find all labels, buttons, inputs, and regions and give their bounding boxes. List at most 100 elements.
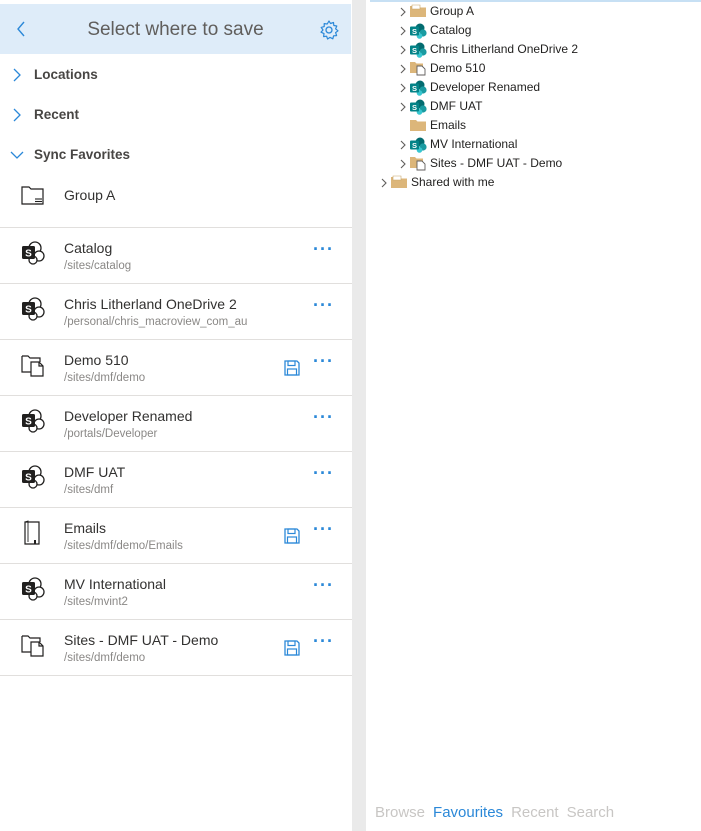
more-options-button[interactable]: ··· — [313, 520, 337, 542]
section-label: Recent — [34, 107, 80, 122]
sharepoint-icon: S — [409, 136, 427, 153]
sharepoint-icon: S — [20, 464, 46, 490]
chevron-right-icon[interactable] — [399, 139, 407, 150]
chevron-right-icon[interactable] — [399, 44, 407, 55]
sharepoint-icon: S — [409, 41, 427, 58]
save-icon — [283, 640, 301, 661]
favorite-path: /sites/mvint2 — [64, 596, 128, 608]
favorite-name: Chris Litherland OneDrive 2 — [64, 296, 237, 312]
svg-text:S: S — [25, 585, 32, 596]
svg-text:S: S — [412, 84, 417, 93]
favorite-path: /sites/catalog — [64, 260, 132, 272]
favorite-path: /personal/chris_macroview_com_au — [64, 316, 248, 328]
folder-tree-panel: Group A S Catalog S Chris Litherland One… — [366, 0, 701, 831]
svg-text:S: S — [412, 141, 417, 150]
chevron-right-icon[interactable] — [399, 63, 407, 74]
sharepoint-icon: S — [20, 576, 46, 602]
tree-node-label: MV International — [430, 137, 518, 151]
svg-text:S: S — [25, 249, 32, 260]
group-icon — [20, 182, 46, 208]
chevron-right-icon[interactable] — [380, 177, 388, 188]
favorite-name: MV International — [64, 576, 166, 592]
tab-search[interactable]: Search — [567, 804, 615, 821]
save-here-button[interactable] — [283, 359, 301, 377]
sharepoint-icon: S — [409, 22, 427, 39]
section-locations[interactable]: Locations — [0, 60, 352, 90]
chevron-right-icon[interactable] — [399, 25, 407, 36]
more-options-button[interactable]: ··· — [313, 464, 337, 486]
tree-node-label: DMF UAT — [430, 99, 483, 113]
library-folder-icon — [409, 155, 427, 171]
more-options-button[interactable]: ··· — [313, 632, 337, 654]
save-here-button[interactable] — [283, 527, 301, 545]
svg-text:S: S — [25, 305, 32, 316]
library-icon — [20, 352, 46, 378]
tree-node-label: Developer Renamed — [430, 80, 541, 94]
tree-node-label: Group A — [430, 4, 475, 18]
more-options-button[interactable]: ··· — [313, 240, 337, 262]
settings-button[interactable] — [318, 19, 340, 41]
favorite-item[interactable]: S Catalog/sites/catalog ··· — [0, 228, 352, 284]
svg-text:S: S — [412, 46, 417, 55]
favorite-item[interactable]: S DMF UAT/sites/dmf ··· — [0, 452, 352, 508]
chevron-left-icon — [17, 21, 25, 37]
favorite-name: Sites - DMF UAT - Demo — [64, 632, 219, 648]
tab-recent[interactable]: Recent — [511, 804, 559, 821]
favorite-item[interactable]: Sites - DMF UAT - Demo/sites/dmf/demo ··… — [0, 620, 352, 676]
selection-bar — [370, 0, 701, 2]
favorite-name: Group A — [64, 187, 116, 203]
chevron-right-icon[interactable] — [399, 101, 407, 112]
sharepoint-icon: S — [20, 408, 46, 434]
tab-browse[interactable]: Browse — [375, 804, 425, 821]
panel-header: Select where to save — [0, 4, 351, 54]
section-label: Locations — [34, 67, 98, 82]
section-sync-favorites[interactable]: Sync Favorites — [0, 140, 352, 170]
tree-node-label: Sites - DMF UAT - Demo — [430, 156, 563, 170]
favorite-name: Catalog — [64, 240, 113, 256]
tree-node-label: Catalog — [430, 23, 472, 37]
favorite-name: DMF UAT — [64, 464, 126, 480]
favorite-name: Demo 510 — [64, 352, 129, 368]
back-button[interactable] — [10, 16, 34, 42]
favorite-item[interactable]: Emails/sites/dmf/demo/Emails ··· — [0, 508, 352, 564]
chevron-right-icon[interactable] — [399, 158, 407, 169]
svg-text:S: S — [412, 103, 417, 112]
favorite-item[interactable]: Demo 510/sites/dmf/demo ··· — [0, 340, 352, 396]
favorite-item[interactable]: S Chris Litherland OneDrive 2/personal/c… — [0, 284, 352, 340]
chevron-right-icon — [13, 68, 21, 82]
favorite-name: Developer Renamed — [64, 408, 193, 424]
tree-node-label: Demo 510 — [430, 61, 486, 75]
more-options-button[interactable]: ··· — [313, 408, 337, 430]
more-options-button[interactable]: ··· — [313, 576, 337, 598]
sharepoint-icon: S — [409, 98, 427, 115]
svg-text:S: S — [25, 473, 32, 484]
sharepoint-icon: S — [20, 296, 46, 322]
favorite-path: /sites/dmf — [64, 484, 114, 496]
chevron-right-icon[interactable] — [399, 6, 407, 17]
save-location-panel: Select where to save Locations Recent Sy… — [0, 0, 352, 831]
page-title: Select where to save — [87, 19, 264, 40]
gear-icon — [320, 20, 339, 40]
more-options-button[interactable]: ··· — [313, 296, 337, 318]
tab-favourites[interactable]: Favourites — [433, 804, 503, 821]
sharepoint-icon: S — [409, 79, 427, 96]
favorites-list: Group A S Catalog/sites/catalog ··· S Chr… — [0, 170, 352, 676]
favorite-path: /sites/dmf/demo/Emails — [64, 540, 183, 552]
tree-node-label: Chris Litherland OneDrive 2 — [430, 42, 579, 56]
favorite-item[interactable]: S Developer Renamed/portals/Developer ··· — [0, 396, 352, 452]
section-recent[interactable]: Recent — [0, 100, 352, 130]
more-options-button[interactable]: ··· — [313, 352, 337, 374]
favorite-item[interactable]: Group A — [0, 170, 352, 228]
tree-node-label: Shared with me — [411, 175, 495, 189]
panel-divider[interactable] — [352, 0, 366, 831]
save-here-button[interactable] — [283, 639, 301, 657]
section-label: Sync Favorites — [34, 147, 131, 162]
folder-icon — [20, 520, 46, 546]
svg-text:S: S — [412, 27, 417, 36]
chevron-right-icon[interactable] — [399, 82, 407, 93]
chevron-down-icon — [10, 151, 24, 159]
favorite-name: Emails — [64, 520, 107, 536]
favorite-path: /portals/Developer — [64, 428, 158, 440]
favorite-item[interactable]: S MV International/sites/mvint2 ··· — [0, 564, 352, 620]
group-folder-icon — [409, 3, 427, 19]
